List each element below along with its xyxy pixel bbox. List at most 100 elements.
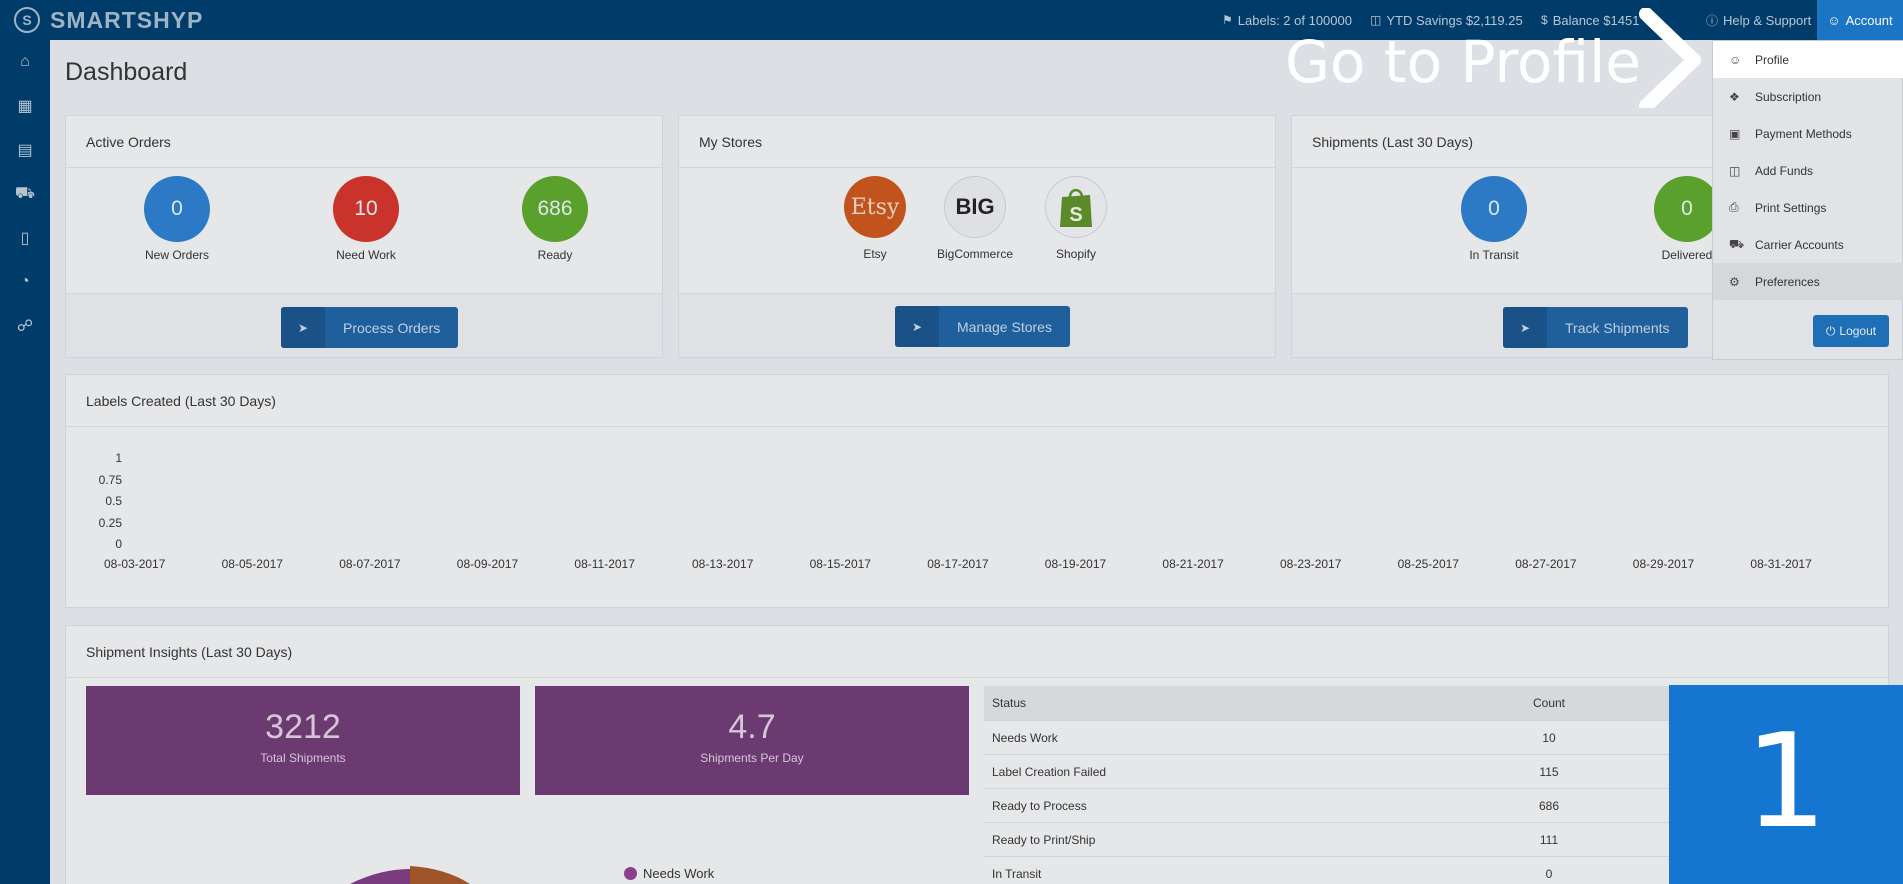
power-icon: ⏻: [1825, 323, 1836, 338]
x-tick-label: 08-11-2017: [574, 557, 635, 571]
arrow-circle-right-icon: ➤: [1503, 307, 1547, 348]
tag-icon: ⚑: [1222, 13, 1233, 27]
delivered-count[interactable]: 0: [1654, 176, 1720, 242]
table-row: In Transit 0: [984, 856, 1684, 884]
home-icon[interactable]: ⌂: [0, 40, 50, 84]
shipments-per-day-value: 4.7: [728, 708, 776, 746]
y-tick-label: 0.75: [98, 472, 122, 487]
track-shipments-button[interactable]: ➤ Track Shipments: [1503, 307, 1688, 348]
credit-card-icon: ▣: [1729, 126, 1741, 141]
legend-swatch: [624, 867, 637, 880]
total-shipments-value: 3212: [265, 708, 341, 746]
x-tick-label: 08-25-2017: [1397, 557, 1459, 571]
tutorial-callout: Go to Profile: [1285, 28, 1641, 96]
x-tick-label: 08-27-2017: [1515, 557, 1577, 571]
active-orders-card: Active Orders 0 New Orders 10 Need Work …: [65, 115, 663, 358]
x-tick-label: 08-31-2017: [1750, 557, 1812, 571]
logout-button[interactable]: ⏻ Logout: [1813, 315, 1889, 347]
bigcommerce-logo[interactable]: BIG: [944, 176, 1006, 238]
basket-icon[interactable]: ▦: [0, 84, 50, 128]
menu-item-preferences[interactable]: ⚙ Preferences: [1713, 263, 1903, 300]
menu-item-profile[interactable]: ☺ Profile: [1713, 41, 1903, 78]
new-orders-label: New Orders: [144, 248, 209, 262]
account-menu-button[interactable]: ☺ Account: [1817, 0, 1903, 40]
brand-name: SMARTSHYP: [50, 6, 204, 33]
cart-icon[interactable]: ☍: [0, 304, 50, 348]
x-tick-label: 08-13-2017: [692, 557, 754, 571]
x-tick-label: 08-19-2017: [1044, 557, 1107, 571]
user-circle-icon: ☺: [1729, 52, 1742, 67]
card-title: Active Orders: [66, 116, 662, 168]
brand-logo[interactable]: S SMARTSHYP: [14, 7, 203, 33]
shopify-logo[interactable]: S: [1045, 176, 1107, 238]
printer-icon: ⎙: [1729, 200, 1739, 214]
card-title: Shipment Insights (Last 30 Days): [66, 626, 1888, 678]
help-support-link[interactable]: ⓘ Help & Support: [1706, 0, 1811, 40]
legend-needs-work[interactable]: Needs Work: [624, 866, 714, 881]
menu-item-add-funds[interactable]: ◫ Add Funds: [1713, 152, 1903, 189]
menu-item-carrier-accounts[interactable]: ⛟ Carrier Accounts: [1713, 226, 1903, 263]
x-tick-label: 08-07-2017: [339, 557, 401, 571]
x-tick-label: 08-29-2017: [1632, 557, 1695, 571]
need-work-count[interactable]: 10: [333, 176, 399, 242]
y-tick-label: 0: [115, 537, 122, 551]
menu-item-subscription[interactable]: ❖ Subscription: [1713, 78, 1903, 115]
shipments-per-day-stat: 4.7 Shipments Per Day: [535, 686, 969, 795]
total-shipments-label: Total Shipments: [260, 751, 346, 765]
labels-chart-card: Labels Created (Last 30 Days) 1 0.75 0.5 0.…: [65, 374, 1889, 608]
account-dropdown-menu: ☺ Profile ❖ Subscription ▣ Payment Metho…: [1712, 40, 1903, 360]
dollar-icon: $: [1541, 13, 1548, 27]
shipment-status-pie-chart: [350, 866, 470, 884]
shopify-label: Shopify: [1055, 247, 1097, 261]
x-tick-label: 08-23-2017: [1280, 557, 1342, 571]
manage-stores-button[interactable]: ➤ Manage Stores: [895, 306, 1070, 347]
table-row: Ready to Process 686: [984, 788, 1684, 822]
y-tick-label: 1: [115, 451, 122, 465]
table-row: Ready to Print/Ship 111: [984, 822, 1684, 856]
table-row: Needs Work 10: [984, 720, 1684, 754]
ready-count[interactable]: 686: [522, 176, 588, 242]
x-tick-label: 08-17-2017: [927, 557, 989, 571]
truck-icon: ⛟: [1729, 236, 1745, 251]
svg-text:S: S: [1069, 204, 1082, 226]
in-transit-label: In Transit: [1469, 248, 1519, 262]
menu-item-payment-methods[interactable]: ▣ Payment Methods: [1713, 115, 1903, 152]
ready-label: Ready: [537, 248, 573, 262]
need-work-label: Need Work: [336, 248, 396, 262]
status-table: Status Count Needs Work 10 Label Creatio…: [984, 686, 1684, 884]
sidebar: ⌂ ▦ ▤ ⛟ ▯ ◔ ☍: [0, 40, 50, 884]
truck-icon[interactable]: ⛟: [0, 172, 50, 216]
card-title: Labels Created (Last 30 Days): [66, 375, 1888, 427]
chevron-right-icon: [1639, 8, 1701, 108]
address-book-icon[interactable]: ▯: [0, 216, 50, 260]
user-circle-icon: ☺: [1827, 12, 1841, 28]
money-icon: ◫: [1370, 13, 1382, 27]
smartshyp-logo-icon: S: [14, 7, 40, 33]
money-icon: ◫: [1729, 163, 1741, 178]
in-transit-count[interactable]: 0: [1461, 176, 1527, 242]
new-orders-count[interactable]: 0: [144, 176, 210, 242]
menu-item-print-settings[interactable]: ⎙ Print Settings: [1713, 189, 1903, 226]
ticket-icon: ❖: [1729, 89, 1740, 104]
x-tick-label: 08-09-2017: [456, 557, 519, 571]
arrow-circle-right-icon: ➤: [895, 306, 939, 347]
arrow-circle-right-icon: ➤: [281, 307, 325, 348]
table-header: Status Count: [984, 686, 1684, 720]
pie-chart-icon[interactable]: ◔: [0, 260, 50, 304]
y-tick-label: 0.5: [105, 494, 122, 508]
table-row: Label Creation Failed 115: [984, 754, 1684, 788]
etsy-logo[interactable]: Etsy: [844, 176, 906, 238]
x-tick-label: 08-03-2017: [104, 557, 166, 571]
calendar-icon[interactable]: ▤: [0, 128, 50, 172]
page-title: Dashboard: [65, 58, 188, 86]
total-shipments-stat: 3212 Total Shipments: [86, 686, 520, 795]
y-tick-label: 0.25: [98, 515, 122, 530]
shopify-bag-icon: S: [1060, 188, 1092, 227]
card-title: My Stores: [679, 116, 1275, 168]
x-tick-label: 08-05-2017: [221, 557, 283, 571]
gears-icon: ⚙: [1729, 274, 1740, 289]
process-orders-button[interactable]: ➤ Process Orders: [281, 307, 459, 348]
shipments-per-day-label: Shipments Per Day: [700, 751, 804, 765]
x-tick-label: 08-21-2017: [1162, 557, 1224, 571]
x-tick-label: 08-15-2017: [809, 557, 871, 571]
